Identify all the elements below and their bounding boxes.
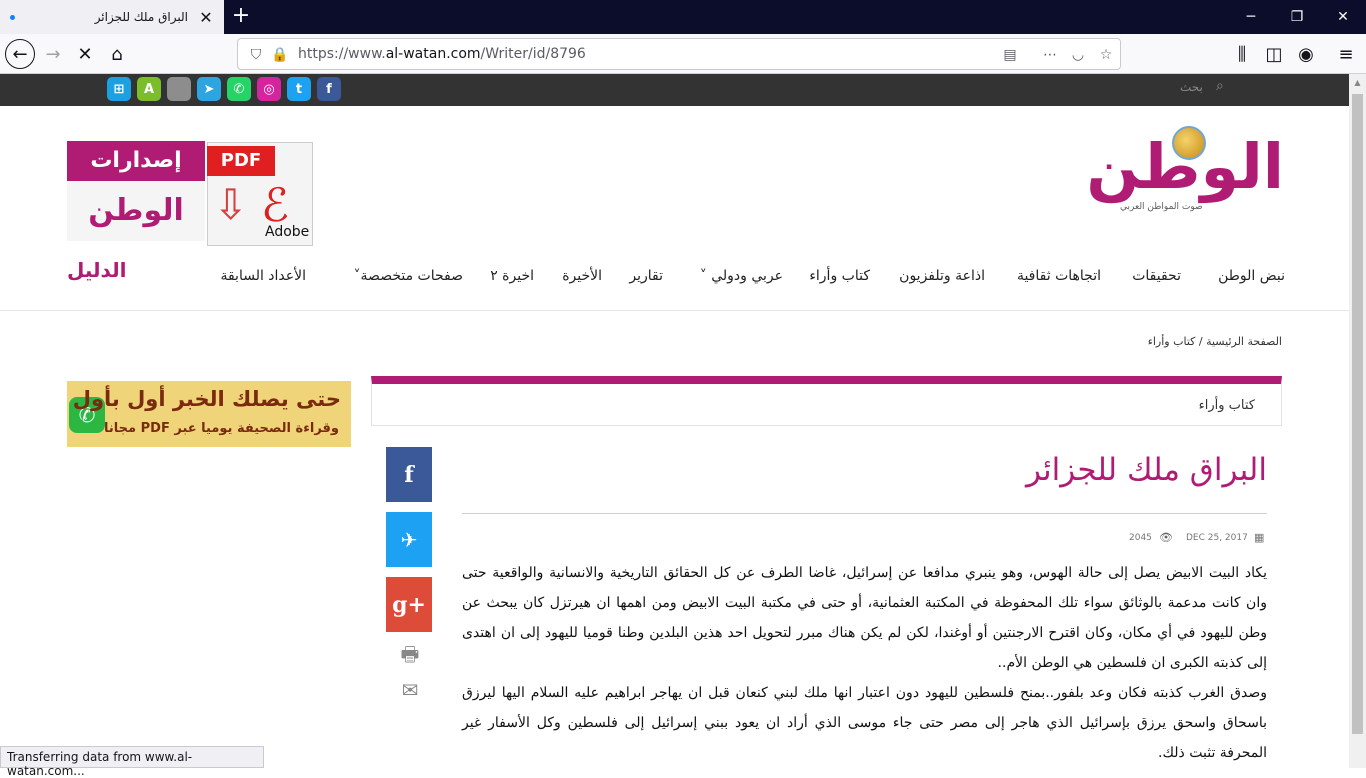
calendar-icon: ▦ [1254,531,1265,544]
article-paragraph: يكاد البيت الابيض يصل إلى حالة الهوس، وه… [462,565,1267,671]
sidebar-icon[interactable]: ◫ [1258,38,1290,70]
browser-toolbar: ← → ✕ ⌂ ⛉ 🔒 https://www.al-watan.com/Wri… [0,34,1366,74]
nav-item[interactable]: الأعداد السابقة [220,268,306,284]
section-header: كتاب وأراء [371,376,1282,426]
article-paragraph: وصدق الغرب كذبته فكان وعد بلفور..بمنح فل… [462,685,1267,761]
minimize-window-button[interactable]: ─ [1228,0,1274,34]
top-strip: ⊞ A ➤ ✆ ◎ t f بحث ⌕ [0,74,1349,106]
banner-subline: وقراءة الصحيفة يوميا عبر PDF مجانا [104,421,339,436]
issues-banner-title: إصدارات [90,148,182,173]
nav-item[interactable]: نبض الوطن [1218,268,1285,284]
logo-text: الوطن [1086,130,1284,203]
nav-item-dropdown[interactable]: عربي ودولي ˅ [700,268,783,284]
scrollbar-thumb[interactable] [1352,94,1363,734]
search-label[interactable]: بحث [1180,80,1203,94]
adobe-acrobat-icon: ℰ [261,178,289,232]
whatsapp-subscribe-banner[interactable]: ✆ حتى يصلك الخبر أول بأول وقراءة الصحيفة… [67,381,351,447]
restore-window-button[interactable]: ❐ [1274,0,1320,34]
issues-banner[interactable]: إصدارات الوطن [67,141,205,241]
browser-tab[interactable]: البراق ملك للجزائر ✕ [0,0,224,34]
nav-item[interactable]: اذاعة وتلفزيون [899,268,985,284]
banner-headline: حتى يصلك الخبر أول بأول [72,387,341,411]
chevron-down-icon: ˅ [353,268,361,284]
lock-icon: 🔒 [271,47,289,63]
nav-item[interactable]: تحقيقات [1132,268,1181,284]
pdf-download-banner[interactable]: PDF ⇩ ℰ Adobe [207,142,313,246]
adobe-label: Adobe [265,224,310,240]
browser-tab-bar: البراق ملك للجزائر ✕ + ─ ❐ ✕ [0,0,1366,34]
download-arrow-icon: ⇩ [213,180,249,229]
search-icon[interactable]: ⌕ [1216,78,1224,94]
section-title[interactable]: كتاب وأراء [1199,398,1255,413]
googleplus-icon: g+ [392,591,426,618]
directory-link[interactable]: الدليل [67,258,126,282]
whatsapp-icon[interactable]: ✆ [227,77,251,101]
breadcrumb-home[interactable]: الصفحة الرئيسية [1206,335,1282,348]
apple-icon[interactable] [167,77,191,101]
close-window-button[interactable]: ✕ [1320,0,1366,34]
googleplus-share-button[interactable]: g+ [386,577,432,632]
status-bar: Transferring data from www.al-watan.com.… [0,746,264,778]
breadcrumb: الصفحة الرئيسية / كتاب وأراء [1100,335,1282,348]
site-logo[interactable]: الوطن صوت المواطن العربي [1072,124,1284,220]
view-count: 2045 [1129,533,1152,543]
page-actions-icon[interactable]: ⋯ [1040,45,1060,65]
android-icon[interactable]: A [137,77,161,101]
tab-title: البراق ملك للجزائر [94,10,188,24]
header-divider [0,310,1349,311]
nav-item[interactable]: تقارير [629,268,663,284]
bookmark-star-icon[interactable]: ☆ [1096,45,1116,65]
home-button[interactable]: ⌂ [101,38,133,70]
reader-view-icon[interactable]: ▤ [1000,45,1020,65]
page-scrollbar[interactable]: ▲ [1349,74,1366,768]
publish-date: DEC 25, 2017 [1186,533,1248,543]
eye-icon: 👁 [1159,531,1173,544]
twitter-icon: ✈ [400,527,418,552]
instagram-icon[interactable]: ◎ [257,77,281,101]
account-icon[interactable]: ◉ [1290,38,1322,70]
article-meta: 2045 👁 DEC 25, 2017 ▦ [1129,531,1267,546]
web-page: ⊞ A ➤ ✆ ◎ t f بحث ⌕ الوطن صوت المواطن العربي إ… [0,74,1349,768]
chevron-down-icon: ˅ [699,268,707,284]
forward-button[interactable]: → [37,38,69,70]
shield-icon[interactable]: ⛉ [246,45,266,65]
facebook-icon: f [404,461,414,488]
url-text[interactable]: https://www.al-watan.com/Writer/id/8796 [298,46,586,62]
breadcrumb-current[interactable]: كتاب وأراء [1148,335,1196,348]
facebook-share-button[interactable]: f [386,447,432,502]
nav-item[interactable]: اخيرة ٢ [490,268,534,284]
title-divider [462,513,1267,514]
stop-loading-button[interactable]: ✕ [69,38,101,70]
telegram-icon[interactable]: ➤ [197,77,221,101]
twitter-share-button[interactable]: ✈ [386,512,432,567]
issues-banner-logo: الوطن [67,181,205,241]
print-icon[interactable]: 🖶 [398,642,422,666]
windows-icon[interactable]: ⊞ [107,77,131,101]
twitter-icon[interactable]: t [287,77,311,101]
library-icon[interactable]: ⫼ [1226,38,1258,70]
nav-item-label: عربي ودولي [711,268,783,284]
pocket-icon[interactable]: ◡ [1068,45,1088,65]
main-navigation: نبض الوطن تحقيقات اتجاهات ثقافية اذاعة و… [200,262,1285,292]
email-icon[interactable]: ✉ [398,678,422,702]
new-tab-button[interactable]: + [230,4,252,28]
loading-dot-icon [10,14,15,20]
logo-tagline: صوت المواطن العربي [1120,202,1203,212]
facebook-icon[interactable]: f [317,77,341,101]
article-title: البراق ملك للجزائر [1025,452,1267,488]
close-tab-icon[interactable]: ✕ [198,8,214,27]
pdf-tag: PDF [207,146,275,176]
address-bar[interactable]: ⛉ 🔒 https://www.al-watan.com/Writer/id/8… [237,38,1121,70]
nav-item[interactable]: كتاب وأراء [809,268,870,284]
back-button[interactable]: ← [5,39,35,69]
menu-icon[interactable]: ≡ [1330,38,1362,70]
nav-item-dropdown[interactable]: صفحات متخصصة˅ [354,268,463,284]
article-body: يكاد البيت الابيض يصل إلى حالة الهوس، وه… [462,558,1267,768]
nav-item[interactable]: الأخيرة [562,268,602,284]
breadcrumb-separator: / [1198,335,1203,348]
scroll-up-icon[interactable]: ▲ [1353,78,1362,87]
nav-item-label: صفحات متخصصة [360,268,463,284]
nav-item[interactable]: اتجاهات ثقافية [1017,268,1101,284]
